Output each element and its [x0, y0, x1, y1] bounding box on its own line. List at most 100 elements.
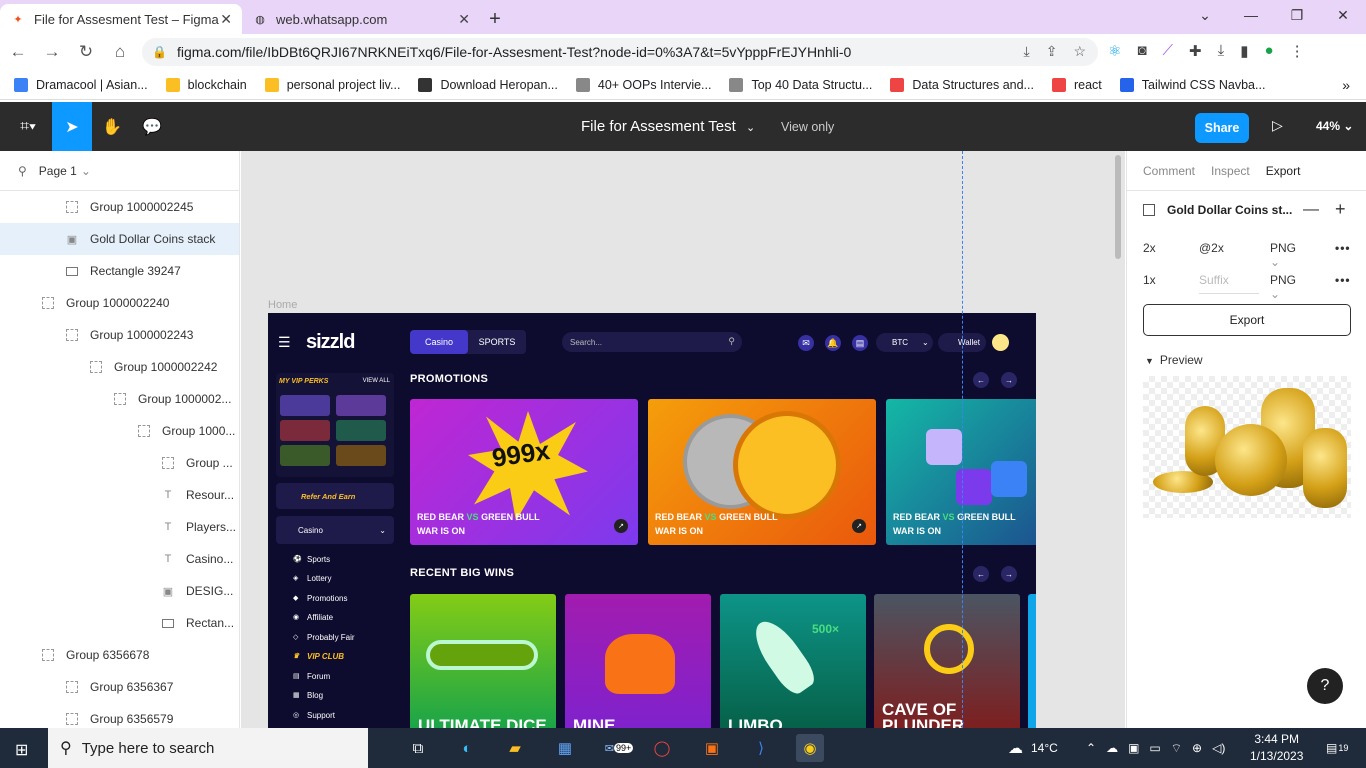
bookmark-item[interactable]: Data Structures and...: [890, 77, 1034, 92]
add-export-icon[interactable]: +: [1335, 199, 1346, 220]
notification-icon[interactable]: ▤ 19: [1326, 728, 1348, 768]
share-icon[interactable]: ⇪: [1046, 43, 1058, 60]
volume-icon[interactable]: ◁): [1212, 741, 1225, 755]
zoom-level[interactable]: 44% ⌄: [1316, 119, 1353, 133]
layer-item[interactable]: ▣ DESIG...: [0, 575, 239, 607]
help-button[interactable]: ?: [1307, 668, 1343, 704]
download-blocked-icon[interactable]: ⤓: [1024, 43, 1030, 60]
more-options-icon[interactable]: •••: [1335, 241, 1351, 255]
store-icon[interactable]: ▦: [551, 734, 579, 762]
bookmark-item[interactable]: 40+ OOPs Intervie...: [575, 77, 711, 92]
mail-icon[interactable]: ✉ 99+: [601, 734, 637, 762]
profile-avatar-icon[interactable]: ●: [1265, 42, 1274, 60]
canvas-scrollbar[interactable]: [1115, 155, 1121, 259]
home-icon[interactable]: ⌂: [104, 36, 136, 68]
layer-item[interactable]: Group 1000002245: [0, 191, 239, 223]
extensions-puzzle-icon[interactable]: ✚: [1189, 42, 1202, 60]
scale-select[interactable]: 2x: [1143, 241, 1156, 255]
meet-icon[interactable]: ▣: [1128, 741, 1139, 755]
file-explorer-icon[interactable]: ▰: [501, 734, 529, 762]
bookmark-item[interactable]: react: [1051, 77, 1102, 92]
frame-label[interactable]: Home: [268, 299, 297, 311]
vscode-icon[interactable]: ⟩: [747, 734, 775, 762]
layer-item[interactable]: Group 6356678: [0, 639, 239, 671]
layer-item[interactable]: Group 1000002240: [0, 287, 239, 319]
move-tool-icon[interactable]: ➤: [52, 102, 92, 151]
comment-tool-icon[interactable]: 💬: [132, 102, 172, 151]
bookmarks-overflow-icon[interactable]: »: [1342, 77, 1350, 93]
task-view-icon[interactable]: ⧉: [404, 734, 432, 762]
home-frame[interactable]: ☰ sizzld Casino SPORTS Search... ⚲ ✉ 🔔 ▤…: [268, 313, 1036, 728]
close-window-icon[interactable]: ✕: [1320, 0, 1366, 30]
chevron-up-icon[interactable]: ⌃: [1086, 741, 1096, 755]
present-play-icon[interactable]: ▷: [1272, 117, 1283, 134]
opera-icon[interactable]: ◯: [648, 734, 676, 762]
url-input[interactable]: 🔒 figma.com/file/IbDBt6QRJI67NRKNEiTxq6/…: [142, 38, 1098, 66]
tab-inspect[interactable]: Inspect: [1211, 164, 1250, 178]
bookmark-item[interactable]: blockchain: [165, 77, 247, 92]
language-icon[interactable]: ⊕: [1192, 741, 1202, 755]
back-icon[interactable]: ←: [2, 36, 34, 68]
onedrive-icon[interactable]: ☁: [1106, 741, 1118, 755]
figma-menu-icon[interactable]: ⌗▾: [8, 102, 48, 151]
suffix-input[interactable]: Suffix: [1199, 273, 1259, 294]
tab-search-icon[interactable]: ⌄: [1182, 0, 1228, 30]
battery-icon[interactable]: ▭: [1149, 741, 1160, 755]
layer-item[interactable]: Group 6356367: [0, 671, 239, 703]
search-icon[interactable]: ⚲: [18, 164, 27, 178]
downloads-icon[interactable]: ⤓: [1218, 42, 1225, 60]
more-options-icon[interactable]: •••: [1335, 273, 1351, 287]
camera-icon[interactable]: ◙: [1137, 42, 1146, 60]
remove-export-icon[interactable]: —: [1303, 201, 1319, 219]
export-button[interactable]: Export: [1143, 304, 1351, 336]
layer-item[interactable]: Group 1000002242: [0, 351, 239, 383]
bookmark-item[interactable]: Download Heropan...: [418, 77, 558, 92]
layer-item[interactable]: Group 1000002...: [0, 383, 239, 415]
share-button[interactable]: Share: [1195, 113, 1249, 143]
format-select[interactable]: PNG ⌄: [1270, 241, 1296, 269]
weather-widget[interactable]: ☁ 14°C: [1008, 728, 1058, 768]
windows-start-icon[interactable]: ⊞: [15, 740, 28, 760]
scale-select[interactable]: 1x: [1143, 273, 1156, 287]
react-devtools-icon[interactable]: ⚛: [1108, 42, 1121, 60]
bookmark-item[interactable]: Dramacool | Asian...: [14, 77, 148, 92]
file-title[interactable]: File for Assesment Test ⌄: [581, 118, 755, 135]
pen-icon[interactable]: ⟋: [1163, 42, 1174, 60]
clock[interactable]: 3:44 PM 1/13/2023: [1250, 731, 1303, 765]
format-select[interactable]: PNG ⌄: [1270, 273, 1296, 301]
chrome-icon[interactable]: ◉: [796, 734, 824, 762]
network-icon[interactable]: ⌔: [1171, 741, 1182, 756]
preview-toggle[interactable]: ▼ Preview: [1145, 353, 1203, 367]
bookmark-item[interactable]: personal project liv...: [264, 77, 400, 92]
layer-item[interactable]: T Casino...: [0, 543, 239, 575]
layer-item[interactable]: Group 6356579: [0, 703, 239, 728]
layer-item[interactable]: T Players...: [0, 511, 239, 543]
restore-icon[interactable]: ❐: [1274, 0, 1320, 30]
edge-icon[interactable]: ◐: [453, 734, 481, 762]
tab-whatsapp[interactable]: ◍ web.whatsapp.com ✕: [242, 4, 480, 34]
taskbar-search[interactable]: ⚲ Type here to search: [48, 728, 368, 768]
layer-item[interactable]: T Resour...: [0, 479, 239, 511]
reload-icon[interactable]: ↻: [70, 36, 102, 68]
menu-kebab-icon[interactable]: ⋮: [1290, 42, 1305, 60]
tab-export[interactable]: Export: [1266, 164, 1301, 178]
suffix-input[interactable]: @2x: [1199, 241, 1259, 255]
new-tab-button[interactable]: +: [480, 4, 510, 34]
layer-item[interactable]: ▣ Gold Dollar Coins stack: [0, 223, 239, 255]
layer-item[interactable]: Rectangle 39247: [0, 255, 239, 287]
side-panel-icon[interactable]: ▮: [1240, 42, 1248, 60]
forward-icon[interactable]: →: [36, 36, 68, 68]
close-tab-icon[interactable]: ✕: [220, 11, 232, 28]
layer-item[interactable]: Rectan...: [0, 607, 239, 639]
layer-item[interactable]: Group 1000002243: [0, 319, 239, 351]
bookmark-item[interactable]: Top 40 Data Structu...: [729, 77, 872, 92]
office-icon[interactable]: ▣: [698, 734, 726, 762]
bookmark-item[interactable]: Tailwind CSS Navba...: [1119, 77, 1265, 92]
layer-item[interactable]: Group ...: [0, 447, 239, 479]
hand-tool-icon[interactable]: ✋: [92, 102, 132, 151]
design-canvas[interactable]: Home ☰ sizzld Casino SPORTS Search... ⚲ …: [241, 151, 1125, 728]
layer-item[interactable]: Group 1000...: [0, 415, 239, 447]
tab-figma[interactable]: ✦ File for Assesment Test – Figma ✕: [0, 4, 242, 34]
minimize-icon[interactable]: —: [1228, 0, 1274, 30]
tab-comment[interactable]: Comment: [1143, 164, 1195, 178]
